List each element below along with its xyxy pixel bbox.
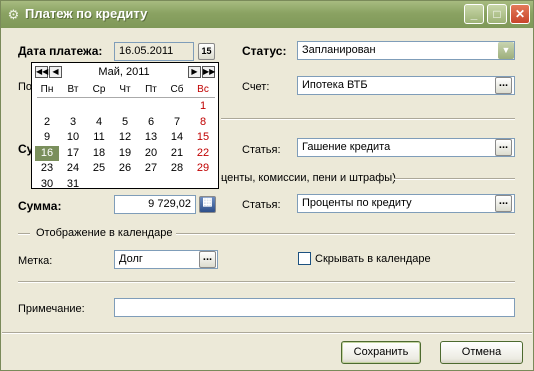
calendar-day[interactable]: 15 (191, 130, 215, 145)
account-label: Счет: (242, 81, 270, 93)
interest-group-title: центы, комиссии, пени и штрафы) (221, 172, 396, 184)
article2-field[interactable]: Проценты по кредиту (297, 194, 515, 213)
calendar-day[interactable]: 7 (165, 115, 189, 130)
calendar-day[interactable]: 3 (61, 115, 85, 130)
payment-dialog: ⚙ Платеж по кредиту _ □ ✕ Дата платежа: … (0, 0, 534, 371)
next-month-button[interactable]: ▶ (188, 66, 201, 78)
gear-icon: ⚙ (7, 7, 20, 22)
mark-browse-button[interactable]: ... (199, 251, 216, 268)
note-label: Примечание: (18, 303, 85, 315)
hide-in-calendar-label: Скрывать в календаре (315, 253, 431, 265)
calendar-popup: ◀◀ ◀ Май, 2011 ▶ ▶▶ Пн Вт Ср Чт Пт Сб Вс 12345… (31, 62, 219, 192)
calendar-day[interactable]: 1 (191, 99, 215, 114)
status-select[interactable]: Запланирован (297, 41, 515, 60)
calendar-day[interactable]: 19 (113, 146, 137, 161)
calendar-button[interactable]: 15 (198, 43, 215, 60)
calendar-day[interactable]: 4 (87, 115, 111, 130)
calendar-day[interactable]: 14 (165, 130, 189, 145)
calendar-day[interactable]: 11 (87, 130, 111, 145)
calendar-day[interactable]: 2 (35, 115, 59, 130)
article2-browse-button[interactable]: ... (495, 195, 512, 212)
calendar-day[interactable]: 29 (191, 161, 215, 176)
calendar-divider (37, 97, 215, 98)
weekday-header: Чт (119, 84, 131, 95)
title-bar[interactable]: ⚙ Платеж по кредиту _ □ ✕ (1, 1, 533, 28)
chevron-down-icon[interactable]: ▼ (498, 42, 514, 59)
account-browse-button[interactable]: ... (495, 77, 512, 94)
calendar-day[interactable]: 5 (113, 115, 137, 130)
separator (394, 178, 515, 180)
calendar-day[interactable]: 18 (87, 146, 111, 161)
payment-date-field[interactable]: 16.05.2011 (114, 42, 194, 61)
mark-label: Метка: (18, 255, 53, 267)
separator (2, 332, 532, 334)
calendar-day[interactable]: 31 (61, 177, 85, 192)
calendar-day[interactable]: 24 (61, 161, 85, 176)
save-button[interactable]: Сохранить (341, 341, 421, 364)
po-label: По (18, 81, 33, 93)
calendar-day[interactable]: 28 (165, 161, 189, 176)
calendar-day[interactable]: 17 (61, 146, 85, 161)
calendar-group-title: Отображение в календаре (36, 227, 173, 239)
calendar-day[interactable]: 22 (191, 146, 215, 161)
prev-month-button[interactable]: ◀ (49, 66, 62, 78)
calendar-day[interactable]: 26 (113, 161, 137, 176)
maximize-button[interactable]: □ (487, 4, 507, 24)
calendar-day[interactable]: 20 (139, 146, 163, 161)
sum-label: Сумма: (18, 199, 62, 213)
weekday-header: Пт (145, 84, 157, 95)
calendar-day[interactable]: 10 (61, 130, 85, 145)
account-field[interactable]: Ипотека ВТБ (297, 76, 515, 95)
weekday-header: Вс (197, 84, 209, 95)
weekday-header: Сб (170, 84, 184, 95)
calendar-day[interactable]: 16 (35, 145, 59, 161)
cancel-button[interactable]: Отмена (440, 341, 523, 364)
calendar-day[interactable]: 9 (35, 130, 59, 145)
separator (18, 233, 30, 235)
calendar-day[interactable]: 30 (35, 177, 59, 192)
article1-label: Статья: (242, 144, 281, 156)
minimize-button[interactable]: _ (464, 4, 484, 24)
weekday-header: Ср (92, 84, 106, 95)
payment-date-label: Дата платежа: (18, 44, 103, 58)
first-month-button[interactable]: ◀◀ (35, 66, 48, 78)
calendar-day[interactable]: 13 (139, 130, 163, 145)
separator (221, 118, 515, 120)
article1-field[interactable]: Гашение кредита (297, 138, 515, 157)
sum-field[interactable]: 9 729,02 (114, 195, 196, 214)
close-button[interactable]: ✕ (510, 4, 530, 24)
status-label: Статус: (242, 44, 287, 58)
last-month-button[interactable]: ▶▶ (202, 66, 215, 78)
calendar-month: Май, 2011 (98, 66, 150, 78)
calendar-day[interactable]: 25 (87, 161, 111, 176)
note-field[interactable] (114, 298, 515, 317)
calendar-day[interactable]: 27 (139, 161, 163, 176)
separator (18, 281, 515, 283)
calendar-day[interactable]: 8 (191, 115, 215, 130)
article2-label: Статья: (242, 199, 281, 211)
calculator-icon[interactable]: ▦ (199, 196, 216, 213)
weekday-header: Вт (67, 84, 79, 95)
weekday-header: Пн (40, 84, 54, 95)
window-title: Платеж по кредиту (25, 6, 148, 21)
calendar-day[interactable]: 21 (165, 146, 189, 161)
calendar-day[interactable]: 12 (113, 130, 137, 145)
calendar-day[interactable]: 6 (139, 115, 163, 130)
article1-browse-button[interactable]: ... (495, 139, 512, 156)
hide-in-calendar-checkbox[interactable] (298, 252, 311, 265)
separator (176, 233, 515, 235)
calendar-day[interactable]: 23 (35, 161, 59, 176)
